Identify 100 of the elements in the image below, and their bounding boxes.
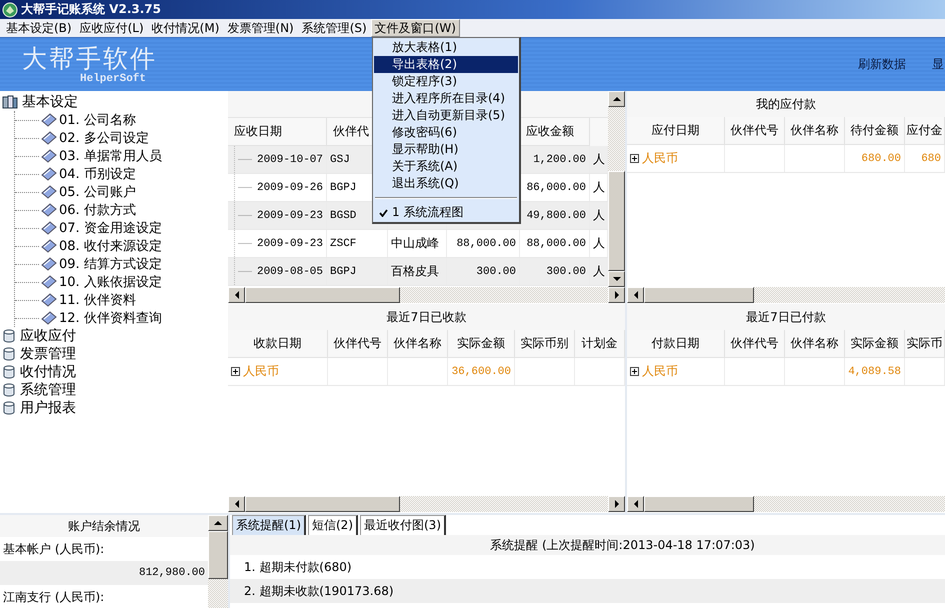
column-header[interactable]: 待付金额 [845, 117, 905, 145]
table-cell: 88,000.00 [526, 238, 586, 250]
table-cell: BGSD [330, 210, 356, 222]
tree-item[interactable]: 02. 多公司设定 [59, 129, 149, 147]
scrollbar-track[interactable] [627, 287, 945, 303]
column-header[interactable]: 伙伴代号 [725, 117, 785, 145]
tree-item[interactable]: 05. 公司账户 [59, 183, 136, 201]
menu-item[interactable]: 收付情况(M) [148, 19, 224, 37]
window-title: 大帮手记账系统 V2.3.75 [21, 1, 161, 18]
tree-item[interactable]: 07. 资金用途设定 [59, 219, 162, 237]
scroll-right-button[interactable] [608, 496, 625, 512]
column-header[interactable]: 实际币别 [515, 330, 575, 358]
toolbar-link[interactable]: 刷新数据 [858, 56, 906, 73]
diamond-icon [41, 167, 57, 181]
expand-icon[interactable] [630, 154, 639, 163]
tree-item[interactable]: 用户报表 [2, 399, 76, 417]
menu-item[interactable]: 关于系统(A) [374, 158, 518, 175]
tree-item[interactable]: 12. 伙伴资料查询 [59, 309, 162, 327]
diamond-icon [41, 311, 57, 325]
scroll-right-button[interactable] [608, 287, 625, 303]
column-header[interactable]: 付款日期 [627, 330, 725, 358]
column-header[interactable]: 收款日期 [228, 330, 328, 358]
scrollbar-track[interactable] [228, 496, 625, 512]
caret-left-icon [234, 500, 240, 508]
scrollbar-track[interactable] [208, 515, 228, 608]
scrollbar-track[interactable] [228, 287, 625, 303]
column-header[interactable]: 实际币 [905, 330, 945, 358]
column-header[interactable]: 伙伴代号 [328, 330, 388, 358]
scroll-left-button[interactable] [627, 287, 644, 303]
caret-left-icon [234, 291, 240, 299]
expand-icon[interactable] [630, 367, 639, 376]
tree-item[interactable]: 基本设定 [2, 93, 78, 111]
menu-item[interactable]: 1 系统流程图 [374, 204, 518, 221]
scrollbar-track[interactable] [627, 496, 945, 512]
tree-item[interactable]: 发票管理 [2, 345, 76, 363]
column-header[interactable]: 伙伴名称 [388, 330, 448, 358]
tab[interactable]: 短信(2) [308, 515, 358, 535]
scroll-thumb[interactable] [208, 531, 228, 579]
scroll-down-button[interactable] [608, 271, 625, 287]
scroll-left-button[interactable] [228, 287, 245, 303]
menu-item[interactable]: 系统管理(S) [298, 19, 371, 37]
menu-item[interactable]: 基本设定(B) [2, 19, 76, 37]
tree-item[interactable]: 01. 公司名称 [59, 111, 136, 129]
column-header[interactable]: 应收金额 [520, 118, 590, 146]
tree-item[interactable]: 应收应付 [2, 327, 76, 345]
column-header[interactable]: 实际金额 [448, 330, 515, 358]
scroll-up-button[interactable] [208, 515, 228, 531]
menu-item[interactable]: 放大表格(1) [374, 39, 518, 56]
expand-icon[interactable] [231, 367, 240, 376]
diamond-icon [41, 275, 57, 289]
menu-item[interactable]: 应收应付(L) [76, 19, 148, 37]
menu-item[interactable]: 文件及窗口(W) [370, 19, 460, 37]
menu-item[interactable]: 退出系统(Q) [374, 175, 518, 192]
reminder-item[interactable]: 2. 超期未收款(190173.68) [230, 579, 945, 603]
tree-item[interactable]: 系统管理 [2, 381, 76, 399]
scroll-up-button[interactable] [608, 91, 625, 107]
caret-right-icon [614, 291, 620, 299]
tab[interactable]: 系统提醒(1) [232, 515, 306, 535]
table-cell: 36,600.00 [452, 366, 511, 378]
table-cell: 2009-10-07 [256, 154, 323, 166]
tree-item[interactable]: 04. 币别设定 [59, 165, 136, 183]
column-header[interactable]: 伙伴名称 [785, 330, 845, 358]
column-header[interactable]: 伙伴代号 [725, 330, 785, 358]
tree-item[interactable]: 09. 结算方式设定 [59, 255, 162, 273]
panel-title: 账户结余情况 [0, 515, 208, 537]
column-header[interactable]: 应付金 [905, 117, 945, 145]
tree-item[interactable]: 03. 单据常用人员 [59, 147, 162, 165]
column-header[interactable]: 实际金额 [845, 330, 905, 358]
column-header[interactable]: 伙伴名称 [785, 117, 845, 145]
menu-item[interactable]: 发票管理(N) [223, 19, 298, 37]
toolbar-link[interactable]: 显 [932, 56, 944, 73]
column-header[interactable]: 计划金 [575, 330, 625, 358]
account-balance: 812,980.00 [0, 561, 208, 585]
caret-down-icon [612, 276, 620, 282]
table-cell: 中山成峰 [391, 235, 439, 252]
tree-item[interactable]: 10. 入账依据设定 [59, 273, 162, 291]
reminder-item[interactable]: 1. 超期未付款(680) [230, 555, 945, 579]
tab[interactable]: 最近收付图(3) [360, 515, 446, 535]
diamond-icon [41, 113, 57, 127]
caret-up-icon [214, 520, 222, 526]
table-cell: 49,800.00 [526, 210, 586, 222]
tree-item[interactable]: 08. 收付来源设定 [59, 237, 162, 255]
tree-item[interactable]: 06. 付款方式 [59, 201, 136, 219]
scroll-thumb[interactable] [644, 496, 754, 512]
table-cell: 人 [593, 207, 605, 224]
caret-left-icon [632, 291, 638, 299]
diamond-icon [41, 221, 57, 235]
column-header[interactable]: 应付日期 [627, 117, 725, 145]
menu-item[interactable]: 锁定程序(3) [374, 73, 518, 90]
tree-item[interactable]: 11. 伙伴资料 [59, 291, 136, 309]
scroll-thumb[interactable] [644, 287, 754, 303]
scroll-left-button[interactable] [228, 496, 245, 512]
scroll-left-button[interactable] [627, 496, 644, 512]
caret-left-icon [632, 500, 638, 508]
menu-item[interactable]: 导出表格(2) [374, 56, 518, 73]
scroll-thumb[interactable] [245, 496, 400, 512]
scroll-thumb[interactable] [608, 171, 625, 271]
tree-item[interactable]: 收付情况 [2, 363, 76, 381]
column-header[interactable]: 应收日期 [228, 118, 327, 146]
scroll-thumb[interactable] [245, 287, 400, 303]
